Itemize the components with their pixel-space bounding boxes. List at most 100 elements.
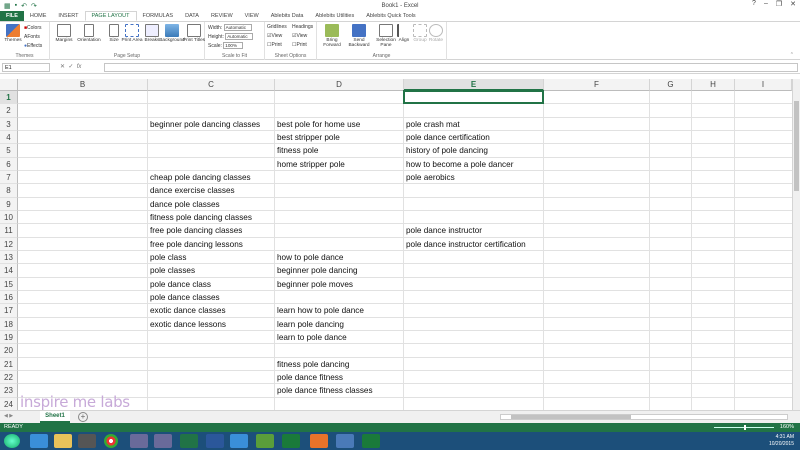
cell-c17[interactable]: exotic dance classes [148,304,226,317]
width-select[interactable]: Automatic [223,24,252,31]
row-header-10[interactable]: 10 [0,210,18,225]
cell-e6[interactable]: how to become a pole dancer [404,158,513,171]
scale-input[interactable]: 100% [223,42,244,49]
tab-home[interactable]: HOME [24,11,53,21]
row-header-13[interactable]: 13 [0,250,18,265]
cell-c13[interactable]: pole class [148,251,186,264]
rotate-button[interactable]: Rotate [427,24,445,43]
cell-c9[interactable]: dance pole classes [148,198,220,211]
cell-d15[interactable]: beginner pole moves [275,278,353,291]
vertical-scrollbar[interactable] [792,79,800,410]
gridlines-print-checkbox[interactable]: ☐Print [267,42,282,48]
row-header-3[interactable]: 3 [0,117,18,131]
tab-formulas[interactable]: FORMULAS [137,11,180,21]
tab-view[interactable]: VIEW [239,11,265,21]
height-select[interactable]: Automatic [225,33,254,40]
row-header-14[interactable]: 14 [0,264,18,278]
row-header-6[interactable]: 6 [0,157,18,171]
insert-function-button[interactable]: fx [77,64,82,70]
tab-data[interactable]: DATA [179,11,205,21]
column-header-i[interactable]: I [735,79,792,91]
app-icon-5[interactable] [282,434,300,448]
cell-c16[interactable]: pole dance classes [148,291,220,304]
zoom-slider-knob[interactable] [744,425,746,430]
zoom-slider[interactable] [714,425,774,430]
cell-c18[interactable]: exotic dance lessons [148,318,226,331]
app-icon-6[interactable] [336,434,354,448]
row-header-22[interactable]: 22 [0,370,18,385]
cell-d17[interactable]: learn how to pole dance [275,304,364,317]
cell-c8[interactable]: dance exercise classes [148,184,235,197]
cell-d22[interactable]: pole dance fitness [275,371,343,384]
start-button-icon[interactable] [4,434,20,448]
tab-insert[interactable]: INSERT [52,11,84,21]
cell-d5[interactable]: fitness pole [275,144,318,157]
row-header-9[interactable]: 9 [0,197,18,211]
cell-d4[interactable]: best stripper pole [275,131,340,144]
cell-d6[interactable]: home stripper pole [275,158,345,171]
collapse-ribbon-icon[interactable]: ⌃ [790,52,794,58]
cancel-icon[interactable]: ✕ [60,64,65,70]
margins-button[interactable]: Margins [52,24,76,43]
row-header-5[interactable]: 5 [0,144,18,158]
row-header-16[interactable]: 16 [0,290,18,305]
word-taskbar-icon[interactable] [206,434,224,448]
row-header-11[interactable]: 11 [0,224,18,238]
help-icon[interactable]: ? [752,0,756,8]
row-header-20[interactable]: 20 [0,344,18,358]
app-icon-3[interactable] [230,434,248,448]
column-header-d[interactable]: D [275,79,404,91]
cell-d19[interactable]: learn to pole dance [275,331,347,344]
row-header-18[interactable]: 18 [0,317,18,331]
cell-c12[interactable]: free pole dancing lessons [148,238,243,251]
bring-forward-button[interactable]: Bring Forward [319,24,345,48]
row-header-19[interactable]: 19 [0,330,18,345]
row-header-17[interactable]: 17 [0,304,18,318]
themes-button[interactable]: Themes [1,24,25,43]
firefox-icon[interactable] [310,434,328,448]
row-header-23[interactable]: 23 [0,384,18,398]
row-header-21[interactable]: 21 [0,357,18,371]
headings-print-checkbox[interactable]: ☐Print [292,42,307,48]
cell-d23[interactable]: pole dance fitness classes [275,384,373,397]
cell-e7[interactable]: pole aerobics [404,171,455,184]
send-backward-button[interactable]: Send Backward [345,24,373,48]
cell-e5[interactable]: history of pole dancing [404,144,488,157]
app-icon-4[interactable] [256,434,274,448]
select-all-corner[interactable] [0,79,18,91]
enter-icon[interactable]: ✓ [68,64,73,70]
row-header-12[interactable]: 12 [0,237,18,251]
selected-cell-border[interactable] [403,90,544,105]
chrome-icon[interactable] [104,434,118,448]
column-header-f[interactable]: F [544,79,650,91]
sheet-nav-icons[interactable]: ◀ ▶ [4,413,13,419]
tab-file[interactable]: FILE [0,11,24,21]
column-header-b[interactable]: B [18,79,148,91]
taskbar-clock[interactable]: 4:31 AM 10/20/2015 [769,434,794,448]
sheet-tab[interactable]: Sheet1 [40,411,70,423]
cell-d18[interactable]: learn pole dancing [275,318,344,331]
tab-ablebits-utilities[interactable]: Ablebits Utilities [309,11,360,21]
name-box[interactable]: E1 [2,63,50,72]
cell-c15[interactable]: pole dance class [148,278,211,291]
explorer-icon[interactable] [54,434,72,448]
ie-icon[interactable] [30,434,48,448]
tab-page-layout[interactable]: PAGE LAYOUT [84,11,137,21]
fonts-button[interactable]: AFonts [24,34,40,40]
cell-c10[interactable]: fitness pole dancing classes [148,211,252,224]
column-header-h[interactable]: H [692,79,735,91]
tab-review[interactable]: REVIEW [205,11,239,21]
cell-c7[interactable]: cheap pole dancing classes [148,171,251,184]
row-header-4[interactable]: 4 [0,130,18,145]
spreadsheet-grid[interactable]: B C D E F G H I 1 2 3 4 5 6 7 8 9 10 11 12 13 14 15 16 17 18 19 20 2… [0,79,792,411]
close-icon[interactable]: ✕ [790,0,796,8]
column-header-g[interactable]: G [650,79,692,91]
media-icon[interactable] [78,434,96,448]
headings-view-checkbox[interactable]: ☑View [292,33,307,39]
cell-d14[interactable]: beginner pole dancing [275,264,358,277]
cell-c14[interactable]: pole classes [148,264,195,277]
cell-d3[interactable]: best pole for home use [275,118,360,131]
row-header-1[interactable]: 1 [0,91,18,105]
tab-ablebits-quick-tools[interactable]: Ablebits Quick Tools [360,11,421,21]
cell-e12[interactable]: pole dance instructor certification [404,238,526,251]
